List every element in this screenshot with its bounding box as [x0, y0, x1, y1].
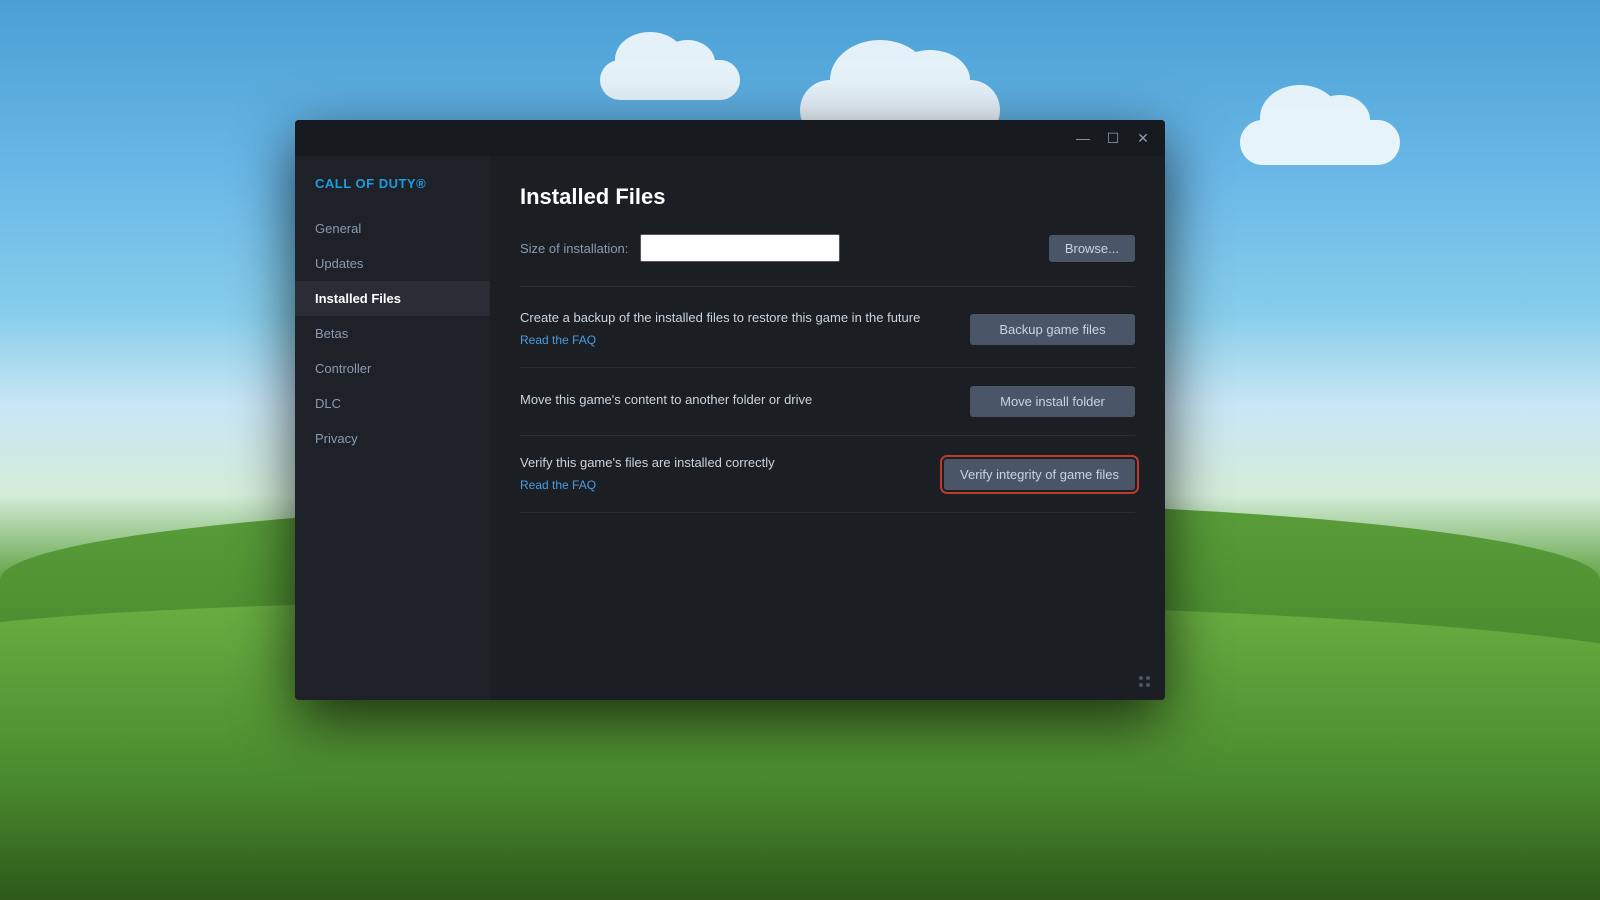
- move-description: Move this game's content to another fold…: [520, 391, 950, 409]
- sidebar-item-privacy[interactable]: Privacy: [295, 421, 490, 456]
- sidebar-item-general[interactable]: General: [295, 211, 490, 246]
- backup-button[interactable]: Backup game files: [970, 314, 1135, 345]
- game-title: CALL OF DUTY®: [295, 176, 490, 211]
- sidebar-item-installed-files[interactable]: Installed Files: [295, 281, 490, 316]
- bottom-dots: [1139, 676, 1151, 688]
- action-row-backup: Create a backup of the installed files t…: [520, 291, 1135, 368]
- cloud-3: [600, 60, 740, 100]
- backup-info: Create a backup of the installed files t…: [520, 309, 950, 349]
- sidebar: CALL OF DUTY® General Updates Installed …: [295, 156, 490, 700]
- content-area: CALL OF DUTY® General Updates Installed …: [295, 156, 1165, 700]
- verify-integrity-button[interactable]: Verify integrity of game files: [944, 459, 1135, 490]
- dot-1: [1139, 676, 1143, 680]
- sidebar-item-updates[interactable]: Updates: [295, 246, 490, 281]
- action-row-verify: Verify this game's files are installed c…: [520, 436, 1135, 513]
- verify-faq-link[interactable]: Read the FAQ: [520, 478, 596, 492]
- divider-top: [520, 286, 1135, 287]
- install-size-row: Size of installation: Browse...: [520, 234, 1135, 262]
- action-row-move: Move this game's content to another fold…: [520, 368, 1135, 436]
- sidebar-item-betas[interactable]: Betas: [295, 316, 490, 351]
- backup-faq-link[interactable]: Read the FAQ: [520, 333, 596, 347]
- verify-info: Verify this game's files are installed c…: [520, 454, 924, 494]
- main-panel: Installed Files Size of installation: Br…: [490, 156, 1165, 700]
- dot-4: [1146, 683, 1150, 687]
- titlebar: — ☐ ✕: [295, 120, 1165, 156]
- sidebar-item-dlc[interactable]: DLC: [295, 386, 490, 421]
- page-title: Installed Files: [520, 184, 1135, 210]
- steam-window: — ☐ ✕ CALL OF DUTY® General Updates Inst…: [295, 120, 1165, 700]
- maximize-button[interactable]: ☐: [1099, 124, 1127, 152]
- minimize-button[interactable]: —: [1069, 124, 1097, 152]
- dot-3: [1139, 683, 1143, 687]
- browse-button[interactable]: Browse...: [1049, 235, 1135, 262]
- verify-description: Verify this game's files are installed c…: [520, 454, 924, 472]
- close-button[interactable]: ✕: [1129, 124, 1157, 152]
- cloud-2: [1240, 120, 1400, 165]
- install-size-value: [640, 234, 840, 262]
- move-install-button[interactable]: Move install folder: [970, 386, 1135, 417]
- backup-description: Create a backup of the installed files t…: [520, 309, 950, 327]
- install-size-label: Size of installation:: [520, 241, 628, 256]
- move-info: Move this game's content to another fold…: [520, 391, 950, 413]
- sidebar-item-controller[interactable]: Controller: [295, 351, 490, 386]
- dot-2: [1146, 676, 1150, 680]
